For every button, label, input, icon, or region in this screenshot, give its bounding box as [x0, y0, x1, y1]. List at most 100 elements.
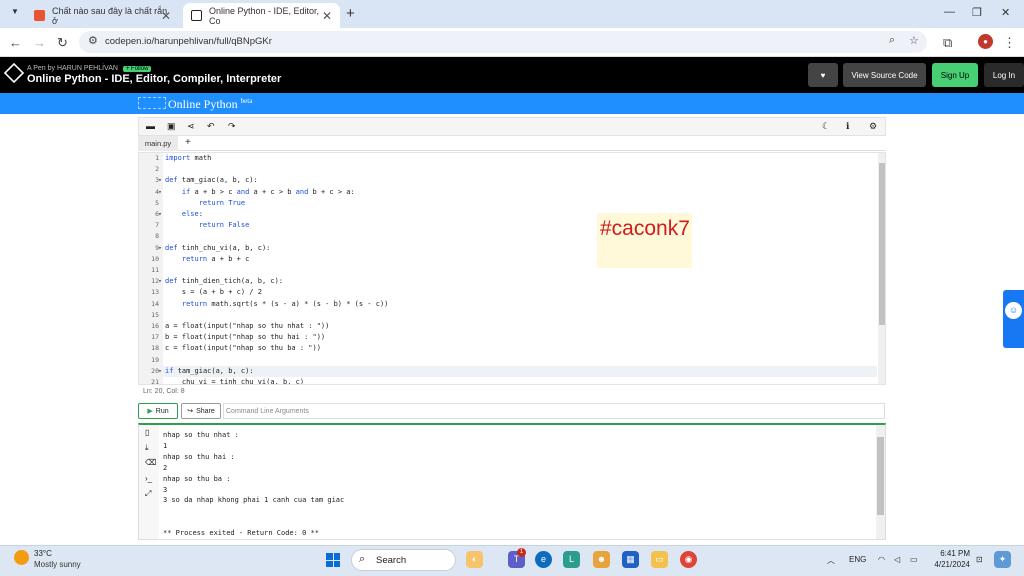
copilot-icon[interactable]: ✦: [994, 551, 1011, 568]
reload-icon[interactable]: ↻: [57, 35, 68, 51]
wifi-icon[interactable]: ◠: [878, 555, 885, 564]
messenger-icon[interactable]: ☺: [1005, 302, 1022, 319]
redo-icon[interactable]: ↷: [228, 121, 236, 132]
console-scrollbar[interactable]: [876, 425, 885, 539]
weather-sun-icon[interactable]: [14, 550, 29, 565]
open-folder-icon[interactable]: ▬: [146, 121, 155, 131]
code-line[interactable]: a = float(input("nhap so thu nhat : ")): [165, 322, 329, 330]
code-line[interactable]: return a + b + c: [165, 255, 249, 263]
signup-button[interactable]: Sign Up: [932, 63, 978, 87]
codepen-logo-icon[interactable]: [3, 62, 25, 84]
command-line-args-input[interactable]: Command Line Arguments: [223, 403, 885, 419]
taskbar-search[interactable]: ⌕ Search: [351, 549, 456, 571]
code-line[interactable]: c = float(input("nhap so thu ba : ")): [165, 344, 321, 352]
view-source-button[interactable]: View Source Code: [843, 63, 926, 87]
code-line[interactable]: chu_vi = tinh_chu_vi(a, b, c): [165, 378, 304, 384]
code-line[interactable]: return math.sqrt(s * (s - a) * (s - b) *…: [165, 300, 389, 308]
code-line[interactable]: if a + b > c and a + c > b and b + c > a…: [165, 188, 355, 196]
heart-icon: ♥: [820, 70, 826, 80]
restore-window-icon[interactable]: ❐: [972, 6, 982, 19]
browser-menu-icon[interactable]: ⋮: [1003, 35, 1016, 51]
copy-icon[interactable]: ▯: [145, 428, 149, 437]
download-icon[interactable]: ⤓: [145, 443, 149, 453]
edge-app-icon[interactable]: e: [535, 551, 552, 568]
fold-marker-icon[interactable]: ▾: [158, 244, 164, 252]
run-button[interactable]: ▶ Run: [138, 403, 178, 419]
extensions-icon[interactable]: ⧉: [943, 35, 952, 51]
code-line[interactable]: b = float(input("nhap so thu hai : ")): [165, 333, 325, 341]
fold-marker-icon[interactable]: ▾: [158, 176, 164, 184]
clock-date[interactable]: 4/21/2024: [926, 560, 970, 569]
share-button[interactable]: ↪ Share: [181, 403, 221, 419]
clear-icon[interactable]: ⌫: [145, 458, 156, 467]
close-tab-icon[interactable]: ✕: [161, 9, 171, 23]
tray-chevron-icon[interactable]: ︿: [827, 555, 835, 566]
share-label: Share: [196, 407, 215, 415]
login-button[interactable]: Log In: [984, 63, 1024, 87]
bookmark-star-icon[interactable]: ☆: [909, 34, 919, 47]
heart-button[interactable]: ♥: [808, 63, 838, 87]
store-app-icon[interactable]: ▦: [622, 551, 639, 568]
url-box[interactable]: ⚙ codepen.io/harunpehlivan/full/qBNpGKr …: [79, 31, 927, 53]
notifications-icon[interactable]: ⊡: [976, 555, 983, 564]
url-text[interactable]: codepen.io/harunpehlivan/full/qBNpGKr: [105, 36, 272, 47]
follow-button[interactable]: + Follow: [122, 66, 152, 72]
save-icon[interactable]: ▣: [167, 121, 176, 132]
code-editor[interactable]: 1 2 3 ▾ 4 ▾ 5 6 ▾ 7 8 9 ▾ 10 11 12 ▾ 13 14 15 16 1…: [138, 152, 886, 385]
dark-mode-icon[interactable]: ☾: [822, 121, 830, 132]
code-line[interactable]: return True: [165, 199, 245, 207]
scrollbar-thumb[interactable]: [877, 437, 884, 515]
file-explorer-icon[interactable]: ▭: [651, 551, 668, 568]
editor-scrollbar[interactable]: [878, 153, 885, 384]
terminal-icon[interactable]: ›_: [145, 474, 152, 483]
output-console[interactable]: ▯ ⤓ ⌫ ›_ ⤢ nhap so thu nhat : 1 nhap so th…: [138, 423, 886, 540]
code-line[interactable]: def tinh_chu_vi(a, b, c):: [165, 244, 270, 252]
new-tab-button[interactable]: +: [346, 5, 355, 22]
game-app-icon[interactable]: ☻: [593, 551, 610, 568]
code-line[interactable]: s = (a + b + c) / 2: [165, 288, 262, 296]
expand-icon[interactable]: ⤢: [145, 489, 151, 499]
author-link[interactable]: HARUN PEHLİVAN: [57, 65, 118, 72]
volume-icon[interactable]: ◁: [894, 555, 900, 564]
code-line[interactable]: if tam_giac(a, b, c):: [165, 367, 254, 375]
fold-marker-icon[interactable]: ▾: [158, 277, 164, 285]
weather-description[interactable]: Mostly sunny: [34, 560, 81, 569]
scrollbar-thumb[interactable]: [879, 163, 885, 325]
fold-marker-icon[interactable]: ▾: [158, 210, 164, 218]
back-icon[interactable]: ←: [9, 35, 22, 50]
chrome-app-icon[interactable]: ◉: [680, 551, 697, 568]
settings-icon[interactable]: ⚙: [869, 121, 877, 132]
minimize-window-icon[interactable]: —: [944, 6, 955, 18]
close-tab-icon[interactable]: ✕: [322, 9, 332, 23]
tab-search-icon[interactable]: ▼: [8, 7, 22, 21]
code-line[interactable]: return False: [165, 221, 250, 229]
weather-temperature[interactable]: 33°C: [34, 549, 52, 558]
tab-title: Online Python - IDE, Editor, Co: [209, 5, 320, 26]
info-icon[interactable]: ℹ: [846, 121, 849, 132]
fold-marker-icon[interactable]: ▾: [158, 188, 164, 196]
site-info-icon[interactable]: ⚙: [88, 34, 98, 47]
profile-avatar[interactable]: ●: [978, 34, 993, 49]
facebook-widget[interactable]: [1003, 290, 1024, 348]
undo-icon[interactable]: ↶: [207, 121, 215, 132]
browser-tab-codepen[interactable]: Online Python - IDE, Editor, Co ✕: [183, 3, 340, 28]
language-indicator[interactable]: ENG: [849, 555, 866, 564]
console-line: ** Process exited - Return Code: 0 **: [163, 529, 319, 538]
add-file-button[interactable]: +: [185, 137, 191, 148]
code-line[interactable]: else:: [165, 210, 203, 218]
code-line[interactable]: def tinh_dien_tich(a, b, c):: [165, 277, 283, 285]
clock-time[interactable]: 6:41 PM: [932, 549, 970, 558]
windows-start-icon[interactable]: [326, 553, 340, 567]
code-line[interactable]: def tam_giac(a, b, c):: [165, 176, 258, 184]
browser-tab-studocu[interactable]: Chất nào sau đây là chất rắn ở ✕: [26, 3, 179, 28]
fold-marker-icon[interactable]: ▾: [158, 367, 164, 375]
code-line[interactable]: import math: [165, 154, 211, 162]
share-icon[interactable]: ⋖: [187, 121, 195, 132]
launcher-app-icon[interactable]: L: [563, 551, 580, 568]
zoom-icon[interactable]: ⌕: [889, 34, 895, 47]
widgets-app-icon[interactable]: ◐: [466, 551, 483, 568]
forward-icon[interactable]: →: [33, 35, 46, 50]
battery-icon[interactable]: ▭: [910, 555, 918, 564]
close-window-icon[interactable]: ✕: [1001, 6, 1010, 19]
file-tab-main[interactable]: main.py: [138, 136, 178, 151]
